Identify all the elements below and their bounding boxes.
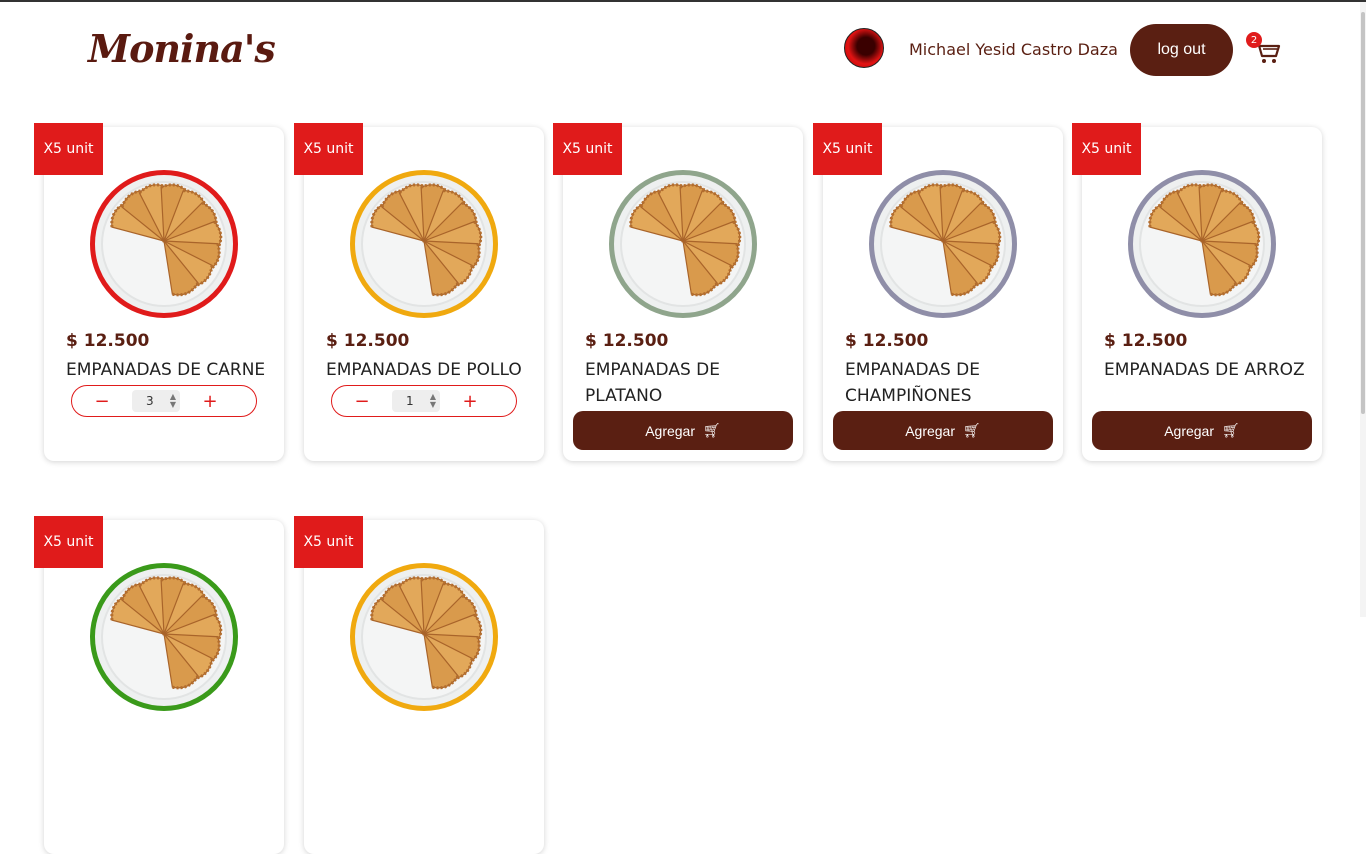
product-price: $ 12.500 [66, 331, 150, 351]
empanada-illustration [361, 574, 487, 700]
product-name: EMPANADAS DE ARROZ [1104, 360, 1305, 380]
decrease-button[interactable]: − [72, 391, 132, 412]
scrollbar[interactable] [1360, 2, 1366, 617]
product-image [350, 170, 498, 318]
product-card: X5 unit $ 12.500 EMPANADAS DE POLLO − 1 ▲… [294, 123, 544, 461]
product-card: X5 unit [34, 516, 284, 854]
cart-count-badge: 2 [1246, 32, 1262, 48]
quantity-stepper: − 1 ▲ ▼ + [331, 385, 517, 417]
site-header: Monina's Michael Yesid Castro Daza log o… [0, 2, 1360, 98]
unit-badge: X5 unit [813, 123, 882, 175]
quantity-stepper: − 3 ▲ ▼ + [71, 385, 257, 417]
product-image [350, 563, 498, 711]
product-card: X5 unit $ 12.500 EMPANADAS DE CHAMPIÑONE… [813, 123, 1063, 461]
product-price: $ 12.500 [1104, 331, 1188, 351]
product-card: X5 unit [294, 516, 544, 854]
quantity-value: 3 [146, 394, 154, 408]
cart-small-icon: 🛒︎ [703, 422, 721, 438]
add-to-cart-button[interactable]: Agregar 🛒︎ [833, 411, 1053, 450]
cart-small-icon: 🛒︎ [1222, 422, 1240, 438]
product-image [90, 170, 238, 318]
product-image [869, 170, 1017, 318]
increase-button[interactable]: + [180, 391, 240, 412]
empanada-illustration [620, 181, 746, 307]
product-card: X5 unit $ 12.500 EMPANADAS DE CARNE − 3 ▲… [34, 123, 284, 461]
empanada-illustration [1139, 181, 1265, 307]
product-image [609, 170, 757, 318]
product-price: $ 12.500 [326, 331, 410, 351]
product-price: $ 12.500 [845, 331, 929, 351]
quantity-input[interactable]: 1 ▲ ▼ [392, 390, 440, 412]
product-name: EMPANADAS DE CARNE [66, 360, 266, 380]
spin-arrows-icon[interactable]: ▲ ▼ [430, 393, 436, 409]
unit-badge: X5 unit [294, 516, 363, 568]
empanada-illustration [101, 181, 227, 307]
add-to-cart-label: Agregar [905, 422, 956, 439]
unit-badge: X5 unit [34, 516, 103, 568]
product-price: $ 12.500 [585, 331, 669, 351]
add-to-cart-button[interactable]: Agregar 🛒︎ [573, 411, 793, 450]
scrollbar-thumb[interactable] [1361, 12, 1365, 414]
spin-arrows-icon[interactable]: ▲ ▼ [170, 393, 176, 409]
product-card: X5 unit $ 12.500 EMPANADAS DE ARROZ Agre… [1072, 123, 1322, 461]
unit-badge: X5 unit [294, 123, 363, 175]
logo[interactable]: Monina's [84, 16, 276, 80]
empanada-illustration [101, 574, 227, 700]
cart-small-icon: 🛒︎ [963, 422, 981, 438]
add-to-cart-label: Agregar [1164, 422, 1215, 439]
product-image [90, 563, 238, 711]
increase-button[interactable]: + [440, 391, 500, 412]
product-card: X5 unit $ 12.500 EMPANADAS DE PLATANO Ag… [553, 123, 803, 461]
empanada-illustration [361, 181, 487, 307]
user-name: Michael Yesid Castro Daza [909, 40, 1118, 59]
product-name: EMPANADAS DE PLATANO [585, 360, 720, 406]
empanada-illustration [880, 181, 1006, 307]
unit-badge: X5 unit [34, 123, 103, 175]
unit-badge: X5 unit [553, 123, 622, 175]
add-to-cart-label: Agregar [645, 422, 696, 439]
avatar[interactable] [844, 28, 884, 68]
quantity-value: 1 [406, 394, 414, 408]
unit-badge: X5 unit [1072, 123, 1141, 175]
quantity-input[interactable]: 3 ▲ ▼ [132, 390, 180, 412]
product-image [1128, 170, 1276, 318]
logo-text: Monina's [88, 25, 276, 71]
product-name: EMPANADAS DE CHAMPIÑONES [845, 360, 980, 406]
logout-button[interactable]: log out [1130, 24, 1233, 76]
decrease-button[interactable]: − [332, 391, 392, 412]
product-name: EMPANADAS DE POLLO [326, 360, 522, 380]
add-to-cart-button[interactable]: Agregar 🛒︎ [1092, 411, 1312, 450]
